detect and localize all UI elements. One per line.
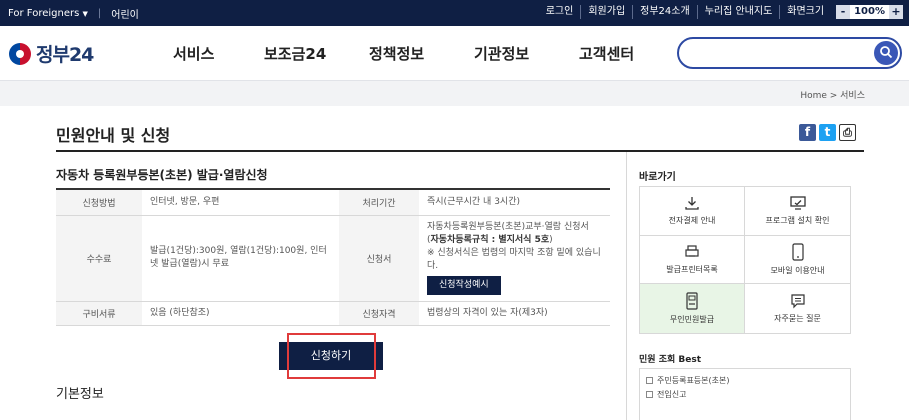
taegeuk-logo-icon — [9, 42, 31, 65]
quick-links-grid: 전자결제 안내 프로그램 설치 확인 발급프린터목록 모바일 이용안내 무인민원… — [639, 186, 851, 334]
quick-links-title: 바로가기 — [639, 172, 676, 183]
nav-agency[interactable]: 기관정보 — [474, 43, 529, 64]
login-link[interactable]: 로그인 — [539, 5, 581, 19]
search-input[interactable] — [677, 37, 902, 69]
list-item[interactable]: 전입신고 — [640, 387, 850, 401]
chat-icon — [790, 294, 805, 309]
quick-link-label: 전자결제 안내 — [668, 216, 716, 226]
sitemap-link[interactable]: 누리집 안내지도 — [696, 5, 780, 19]
form-example-button[interactable]: 신청작성예시 — [427, 276, 501, 295]
table-row: 신청방법 인터넷, 방문, 우편 처리기간 즉시(근무시간 내 3시간) — [56, 188, 610, 216]
mobile-icon — [791, 243, 804, 261]
kiosk-icon — [686, 292, 698, 310]
form-text-end: ) — [549, 235, 553, 245]
eligibility-label: 신청자격 — [339, 301, 419, 326]
nav-policy[interactable]: 정책정보 — [369, 43, 424, 64]
quick-link-program[interactable]: 프로그램 설치 확인 — [745, 187, 850, 236]
form-regulation: 자동차등록규칙 : 별지서식 5호 — [430, 235, 550, 245]
best-list: 주민등록표등본(초본) 전입신고 — [639, 368, 851, 420]
form-description: 자동차등록원부등본(초본)교부·열람 신청서 (자동차등록규칙 : 별지서식 5… — [427, 221, 602, 247]
print-icon[interactable]: ⎙ — [839, 124, 856, 141]
download-icon — [685, 197, 699, 210]
nav-services[interactable]: 서비스 — [173, 43, 214, 64]
period-value: 즉시(근무시간 내 3시간) — [419, 188, 610, 216]
quick-link-mobile[interactable]: 모바일 이용안내 — [745, 236, 850, 285]
sidebar: 바로가기 전자결제 안내 프로그램 설치 확인 발급프린터목록 모바일 이용안내… — [626, 152, 864, 420]
main-header: 정부24 서비스 보조금24 정책정보 기관정보 고객센터 — [0, 26, 909, 80]
quick-link-kiosk[interactable]: 무인민원발급 — [640, 284, 745, 333]
quick-link-label: 무인민원발급 — [669, 315, 715, 325]
form-label: 신청서 — [339, 215, 419, 302]
document-icon — [646, 390, 653, 398]
breadcrumb: Home > 서비스 — [800, 91, 865, 101]
zoom-in-button[interactable]: + — [889, 5, 903, 19]
list-item-label: 전입신고 — [657, 389, 687, 399]
facebook-share-icon[interactable]: f — [799, 124, 816, 141]
service-name: 자동차 등록원부등본(초본) 발급·열람신청 — [56, 168, 268, 182]
quick-link-faq[interactable]: 자주묻는 질문 — [745, 284, 850, 333]
twitter-share-icon[interactable]: t — [819, 124, 836, 141]
quick-link-label: 모바일 이용안내 — [770, 265, 825, 275]
nav-support[interactable]: 고객센터 — [579, 43, 634, 64]
list-item-label: 주민등록표등본(초본) — [657, 375, 730, 385]
table-row: 구비서류 있음 (하단참조) 신청자격 법령상의 자격이 있는 자(제3자) — [56, 301, 610, 326]
kids-link[interactable]: 어린이 — [111, 6, 139, 21]
printer-icon — [685, 245, 699, 257]
form-cell: 자동차등록원부등본(초본)교부·열람 신청서 (자동차등록규칙 : 별지서식 5… — [419, 215, 610, 302]
monitor-icon — [789, 196, 806, 210]
document-icon — [646, 376, 653, 384]
page-title: 민원안내 및 신청 — [56, 126, 171, 145]
site-logo[interactable]: 정부24 — [9, 40, 94, 67]
quick-link-printers[interactable]: 발급프린터목록 — [640, 235, 745, 285]
quick-link-label: 프로그램 설치 확인 — [765, 216, 830, 226]
quick-link-payment[interactable]: 전자결제 안내 — [640, 187, 745, 236]
search-icon — [880, 46, 893, 59]
quick-link-label: 발급프린터목록 — [666, 264, 718, 274]
search-button[interactable] — [874, 41, 898, 65]
nav-subsidy[interactable]: 보조금24 — [264, 43, 326, 64]
best-title: 민원 조회 Best — [639, 355, 702, 365]
table-row: 수수료 발급(1건당):300원, 열람(1건당):100원, 인터넷 발급(열… — [56, 215, 610, 302]
zoom-label: 화면크기 — [779, 5, 831, 19]
list-item[interactable]: 주민등록표등본(초본) — [640, 373, 850, 387]
chevron-down-icon: ▼ — [82, 10, 88, 18]
docs-value: 있음 (하단참조) — [142, 301, 339, 326]
form-note: ※ 신청서식은 법령의 마지막 조항 밑에 있습니다. — [427, 248, 601, 271]
highlight-box — [287, 333, 376, 379]
top-utility-bar: For Foreigners ▼ | 어린이 로그인 회원가입 정부24소개 누… — [0, 0, 909, 26]
zoom-value: 100% — [850, 5, 889, 19]
zoom-control: - 100% + — [836, 5, 903, 19]
docs-label: 구비서류 — [56, 301, 142, 326]
zoom-out-button[interactable]: - — [836, 5, 851, 19]
fee-value: 발급(1건당):300원, 열람(1건당):100원, 인터넷 발급(열람)시 … — [142, 215, 339, 302]
for-foreigners-label: For Foreigners — [8, 8, 80, 19]
method-label: 신청방법 — [56, 188, 142, 216]
fee-label: 수수료 — [56, 215, 142, 302]
service-info-table: 신청방법 인터넷, 방문, 우편 처리기간 즉시(근무시간 내 3시간) 수수료… — [56, 188, 610, 326]
logo-text: 정부24 — [36, 44, 94, 66]
breadcrumb-bar: Home > 서비스 — [0, 80, 909, 106]
quick-link-label: 자주묻는 질문 — [774, 314, 821, 324]
eligibility-value: 법령상의 자격이 있는 자(제3자) — [419, 301, 610, 326]
for-foreigners-link[interactable]: For Foreigners ▼ — [8, 8, 88, 19]
period-label: 처리기간 — [339, 188, 419, 216]
divider: | — [97, 8, 102, 19]
about-link[interactable]: 정부24소개 — [632, 5, 697, 19]
method-value: 인터넷, 방문, 우편 — [142, 188, 339, 216]
signup-link[interactable]: 회원가입 — [580, 5, 632, 19]
basic-info-heading: 기본정보 — [56, 387, 104, 402]
